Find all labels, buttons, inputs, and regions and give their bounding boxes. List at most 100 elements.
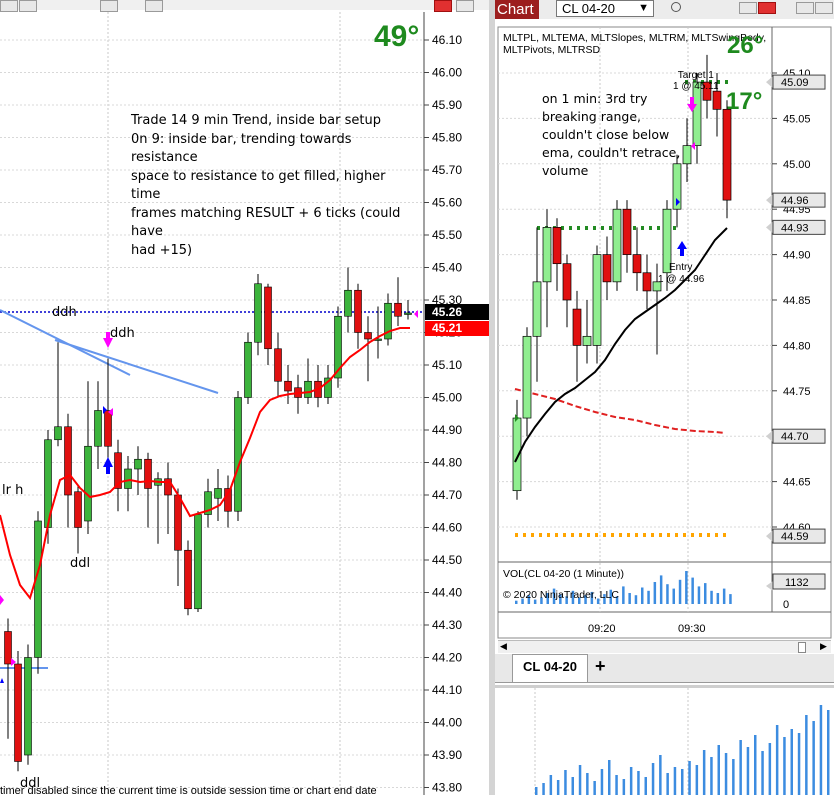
scroll-right-icon[interactable]: ▶ [820, 641, 827, 652]
lower-volume-bar [564, 770, 567, 795]
left-candle-down[interactable] [64, 426, 72, 496]
window-button[interactable] [19, 0, 37, 12]
left-candle-up[interactable] [124, 468, 132, 489]
left-candle-down[interactable] [174, 494, 182, 551]
left-candle-down[interactable] [264, 286, 272, 350]
right-chart-window[interactable]: Chart CL 04-20 ▼ 45.10 45.05 45.00 44.95 44.… [495, 0, 834, 795]
left-candle-down[interactable] [184, 549, 192, 610]
left-candle-down[interactable] [4, 631, 12, 665]
magenta-triangle-icon [0, 595, 4, 605]
right-candle-down[interactable] [712, 90, 722, 110]
right-candle-down[interactable] [552, 227, 562, 265]
left-candle-down[interactable] [74, 491, 82, 528]
add-tab-button[interactable]: + [595, 654, 606, 678]
right-candle-down[interactable] [572, 308, 582, 346]
left-candle-up[interactable] [54, 426, 62, 441]
right-candle-down[interactable] [622, 208, 632, 255]
left-candle-down[interactable] [394, 302, 402, 317]
left-candle-up[interactable] [194, 514, 202, 610]
left-candle-down[interactable] [104, 410, 112, 447]
maximize-icon[interactable] [456, 0, 474, 12]
close-icon[interactable] [758, 2, 776, 14]
minimize-icon[interactable] [739, 2, 757, 14]
lower-volume-bar [702, 750, 706, 795]
lower-volume-bar [571, 777, 574, 795]
left-candle-up[interactable] [134, 458, 142, 470]
left-candle-up[interactable] [94, 410, 102, 447]
window-title: Chart [495, 0, 539, 19]
tab-cl-04-20[interactable]: CL 04-20 [512, 654, 588, 682]
lower-volume-bar [710, 757, 713, 795]
window-button[interactable] [0, 0, 18, 12]
right-candle-up[interactable] [522, 335, 532, 419]
left-candle-up[interactable] [404, 312, 412, 315]
volume-zero-text: 0 [783, 599, 789, 611]
left-price-tick: 43.80 [432, 781, 462, 795]
volume-bar [691, 577, 694, 604]
left-price-tick: 44.00 [432, 716, 462, 730]
right-candle-down[interactable] [642, 272, 652, 292]
lower-volume-bar [556, 780, 560, 795]
left-candle-up[interactable] [84, 445, 92, 522]
lower-volume-bar [746, 747, 750, 795]
restore-icon[interactable] [796, 2, 814, 14]
lower-volume-bar [732, 759, 735, 795]
right-candle-up[interactable] [542, 227, 552, 283]
annotation-line: breaking range, [542, 109, 642, 124]
right-candle-down[interactable] [562, 263, 572, 301]
volume-bar [641, 587, 644, 604]
lower-volume-bar [790, 729, 793, 795]
left-candle-up[interactable] [304, 380, 312, 398]
left-candle-down[interactable] [144, 458, 152, 489]
lower-volume-bar [615, 775, 618, 795]
scrollbar-thumb[interactable] [798, 642, 806, 653]
lower-volume-bar [644, 777, 647, 795]
scroll-left-icon[interactable]: ◀ [500, 641, 507, 652]
left-price-tick: 44.90 [432, 423, 462, 437]
left-chart-panel[interactable]: 46.10 46.00 45.90 45.80 45.70 45.60 45.50 45.40… [0, 0, 489, 795]
horizontal-scrollbar[interactable]: ◀ ▶ [498, 640, 831, 653]
right-candle-up[interactable] [592, 254, 602, 346]
left-candle-up[interactable] [254, 283, 262, 343]
left-candle-down[interactable] [274, 348, 282, 382]
left-candle-up[interactable] [244, 341, 252, 398]
left-price-tick: 44.10 [432, 683, 462, 697]
left-candle-down[interactable] [354, 289, 362, 333]
left-candle-down[interactable] [14, 663, 22, 762]
left-price-tick: 44.40 [432, 586, 462, 600]
left-candle-up[interactable] [214, 488, 222, 499]
price-flag-text: 44.93 [781, 222, 809, 234]
right-candle-down[interactable] [602, 254, 612, 283]
trend-line[interactable] [54, 339, 219, 394]
instrument-value: CL 04-20 [562, 1, 615, 16]
volume-flag-text: 1132 [785, 577, 809, 589]
left-price-tick: 44.80 [432, 456, 462, 470]
lower-volume-bar [542, 783, 545, 795]
right-candle-up[interactable] [582, 335, 592, 346]
maximize-icon[interactable] [815, 2, 833, 14]
close-icon[interactable] [434, 0, 452, 12]
left-candle-up[interactable] [34, 520, 42, 658]
blue-arrow-icon [0, 678, 4, 683]
lower-volume-bar [695, 765, 699, 795]
left-candle-up[interactable] [234, 397, 242, 512]
angle-label: 49° [374, 20, 420, 53]
left-candle-down[interactable] [284, 380, 292, 392]
instrument-selector[interactable]: CL 04-20 ▼ [556, 0, 654, 17]
window-button[interactable] [100, 0, 118, 12]
left-candle-up[interactable] [344, 289, 352, 317]
annotation-line: had +15) [131, 242, 193, 258]
window-button[interactable] [145, 0, 163, 12]
right-candle-up[interactable] [532, 281, 542, 337]
right-candle-down[interactable] [722, 108, 732, 201]
status-text: timer disabled since the current time is… [0, 785, 377, 795]
lower-volume-bar [805, 715, 808, 795]
entry-label: Entry 1 @ 44.96 [658, 262, 704, 286]
left-candle-down[interactable] [364, 332, 372, 340]
left-candle-up[interactable] [24, 657, 32, 756]
right-candle-down[interactable] [632, 254, 642, 274]
lower-volume-bar [666, 773, 669, 795]
right-candle-up[interactable] [612, 208, 622, 283]
circle-icon[interactable] [671, 2, 681, 12]
ddh-line-label: ddh [52, 305, 77, 320]
